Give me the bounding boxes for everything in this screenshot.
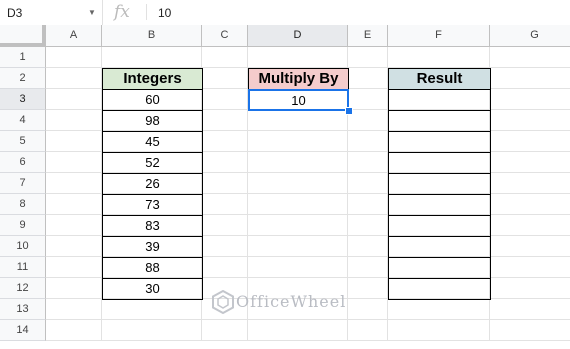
result-cell[interactable] (388, 110, 491, 132)
integer-cell[interactable]: 30 (102, 278, 203, 300)
column-header-a[interactable]: A (46, 25, 102, 47)
column-header-f[interactable]: F (388, 25, 490, 47)
multiply-value-cell[interactable]: 10 (248, 89, 349, 111)
integer-cell[interactable]: 83 (102, 215, 203, 237)
row-header-8[interactable]: 8 (0, 194, 46, 215)
formula-divider (146, 4, 147, 20)
name-box[interactable]: D3 ▼ (0, 0, 103, 25)
chevron-down-icon[interactable]: ▼ (88, 8, 96, 17)
result-cell[interactable] (388, 152, 491, 174)
row-header-5[interactable]: 5 (0, 131, 46, 152)
integers-header[interactable]: Integers (102, 68, 203, 90)
integer-cell[interactable]: 88 (102, 257, 203, 279)
multiply-by-header[interactable]: Multiply By (248, 68, 349, 90)
row-header-9[interactable]: 9 (0, 215, 46, 236)
integer-cell[interactable]: 45 (102, 131, 203, 153)
result-header[interactable]: Result (388, 68, 491, 90)
result-cell[interactable] (388, 257, 491, 279)
column-header-g[interactable]: G (490, 25, 570, 47)
row-header-12[interactable]: 12 (0, 278, 46, 299)
result-cell[interactable] (388, 131, 491, 153)
select-all-corner[interactable] (0, 25, 46, 47)
row-header-10[interactable]: 10 (0, 236, 46, 257)
result-cell[interactable] (388, 173, 491, 195)
watermark: OfficeWheel (212, 289, 345, 319)
officewheel-logo-icon (212, 289, 234, 315)
column-header-e[interactable]: E (348, 25, 388, 47)
result-cell[interactable] (388, 278, 491, 300)
result-cell[interactable] (388, 89, 491, 111)
integer-cell[interactable]: 60 (102, 89, 203, 111)
fx-icon: fx (114, 2, 130, 22)
integer-cell[interactable]: 26 (102, 173, 203, 195)
column-header-c[interactable]: C (202, 25, 248, 47)
row-header-2[interactable]: 2 (0, 68, 46, 89)
result-cell[interactable] (388, 236, 491, 258)
result-cell[interactable] (388, 215, 491, 237)
row-header-4[interactable]: 4 (0, 110, 46, 131)
row-header-3[interactable]: 3 (0, 89, 46, 110)
integer-cell[interactable]: 98 (102, 110, 203, 132)
row-gridline (46, 340, 570, 341)
integer-cell[interactable]: 39 (102, 236, 203, 258)
row-header-14[interactable]: 14 (0, 320, 46, 341)
row-header-6[interactable]: 6 (0, 152, 46, 173)
row-header-13[interactable]: 13 (0, 299, 46, 320)
formula-input[interactable]: 10 (158, 6, 171, 20)
column-header-b[interactable]: B (102, 25, 202, 47)
row-gridline (46, 319, 570, 320)
row-header-11[interactable]: 11 (0, 257, 46, 278)
row-header-1[interactable]: 1 (0, 47, 46, 68)
watermark-text: OfficeWheel (236, 292, 347, 311)
column-header-d[interactable]: D (248, 25, 348, 47)
fill-handle[interactable] (345, 107, 353, 115)
integer-cell[interactable]: 73 (102, 194, 203, 216)
name-box-value: D3 (7, 6, 23, 20)
row-header-7[interactable]: 7 (0, 173, 46, 194)
formula-bar: D3 ▼ fx 10 (0, 0, 570, 26)
result-cell[interactable] (388, 194, 491, 216)
integer-cell[interactable]: 52 (102, 152, 203, 174)
